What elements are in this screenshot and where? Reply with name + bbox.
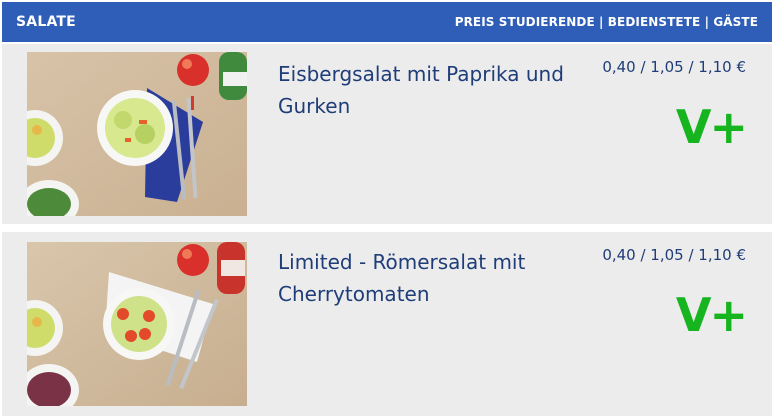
vegan-plus-badge: V+ — [675, 100, 748, 154]
salad-photo — [27, 242, 247, 406]
vegan-plus-badge: V+ — [675, 288, 748, 342]
menu-item[interactable]: Limited - Römersalat mit Cherrytomaten 0… — [2, 232, 772, 416]
salad-photo — [27, 52, 247, 216]
item-price: 0,40 / 1,05 / 1,10 € — [602, 58, 746, 76]
category-title: SALATE — [16, 14, 76, 30]
item-name: Eisbergsalat mit Paprika und Gurken — [278, 62, 564, 118]
item-name: Limited - Römersalat mit Cherrytomaten — [278, 250, 526, 306]
price-legend: PREIS STUDIERENDE | BEDIENSTETE | GÄSTE — [454, 15, 758, 29]
category-header: SALATE PREIS STUDIERENDE | BEDIENSTETE |… — [2, 2, 772, 42]
item-price: 0,40 / 1,05 / 1,10 € — [602, 246, 746, 264]
menu-item[interactable]: Eisbergsalat mit Paprika und Gurken 0,40… — [2, 44, 772, 224]
